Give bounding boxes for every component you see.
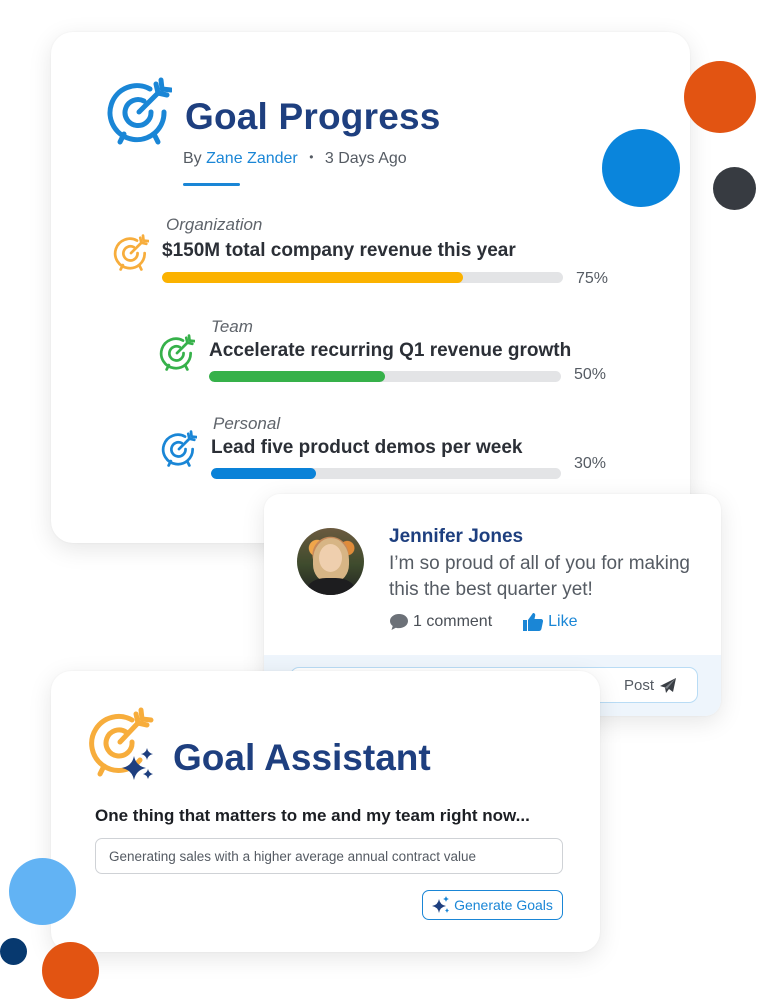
send-icon [660,677,676,693]
title-underline [183,183,240,186]
like-button[interactable]: Like [522,612,578,632]
author-link[interactable]: Zane Zander [206,150,298,167]
progress-bar [209,371,561,382]
goal-input[interactable] [95,838,563,874]
decorative-navy-dot [0,938,27,965]
progress-bar-fill [211,468,316,479]
like-label: Like [548,613,578,630]
post-button[interactable]: Post [624,677,677,694]
target-icon [107,77,172,145]
generate-goals-label: Generate Goals [454,897,553,913]
goal-progress-card: Goal Progress By Zane Zander • 3 Days Ag… [51,32,690,543]
goal-assistant-card: Goal Assistant One thing that matters to… [51,671,600,952]
comment-text: I’m so proud of all of you for making th… [389,553,690,600]
target-icon [113,234,149,271]
post-label: Post [623,677,654,694]
progress-percent: 75% [576,270,609,287]
goal-category: Personal [213,414,281,433]
speech-bubble-icon [390,614,408,630]
comments-button[interactable]: 1 comment [389,613,492,631]
timestamp: 3 Days Ago [324,150,407,167]
comment-count: 1 comment [413,613,493,630]
byline: By Zane Zander • 3 Days Ago [183,150,407,168]
decorative-orange-dot [42,942,99,999]
progress-percent: 50% [574,366,607,383]
avatar[interactable] [297,528,364,595]
progress-percent: 30% [574,455,607,472]
assistant-title: Goal Assistant [173,737,431,778]
goal-title[interactable]: Accelerate recurring Q1 revenue growth [209,340,571,362]
comment-author[interactable]: Jennifer Jones [389,526,523,548]
decorative-orange-dot [684,61,756,133]
decorative-dark-dot [713,167,756,210]
progress-bar [162,272,563,283]
goal-title[interactable]: Lead five product demos per week [211,437,522,459]
progress-bar-fill [209,371,385,382]
goal-category: Organization [166,215,263,234]
separator: • [309,150,314,164]
target-icon [159,334,195,371]
target-icon [161,430,197,467]
decorative-lightblue-dot [9,858,76,925]
progress-bar [211,468,561,479]
decorative-blue-dot [602,129,680,207]
generate-goals-button[interactable]: Generate Goals [422,890,563,920]
target-sparkle-icon [89,707,154,780]
thumbs-up-icon [523,613,544,631]
by-label: By [183,150,202,167]
page-title: Goal Progress [185,96,441,137]
progress-bar-fill [162,272,463,283]
comment-actions: 1 comment Like [389,612,578,632]
goal-category: Team [211,317,253,336]
sparkle-icon [432,896,450,913]
assistant-prompt: One thing that matters to me and my team… [95,806,530,825]
goal-title[interactable]: $150M total company revenue this year [162,240,516,262]
